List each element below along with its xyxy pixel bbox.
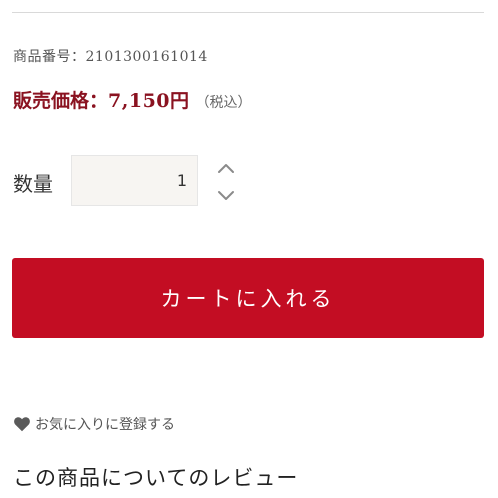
reviews-heading: この商品についてのレビュー [13,466,299,490]
heart-icon [13,416,31,432]
product-number-label: 商品番号： [13,49,86,65]
price-tax-note: （税込） [195,95,252,111]
favorite-label: お気に入りに登録する [35,417,175,433]
price-label: 販売価格： [13,90,109,112]
quantity-label: 数量 [13,172,53,196]
chevron-up-icon[interactable] [214,158,238,178]
quantity-stepper[interactable] [214,158,238,206]
product-number: 商品番号：2101300161014 [13,46,208,66]
add-to-favorites-link[interactable]: お気に入りに登録する [13,414,175,434]
add-to-cart-button[interactable]: カートに入れる [12,258,484,338]
product-number-value: 2101300161014 [85,49,208,65]
top-divider [12,12,484,13]
quantity-input[interactable] [71,155,198,206]
chevron-down-icon[interactable] [214,186,238,206]
price-row: 販売価格：7,150円 （税込） [13,86,252,113]
price-value: 7,150円 [108,90,190,112]
